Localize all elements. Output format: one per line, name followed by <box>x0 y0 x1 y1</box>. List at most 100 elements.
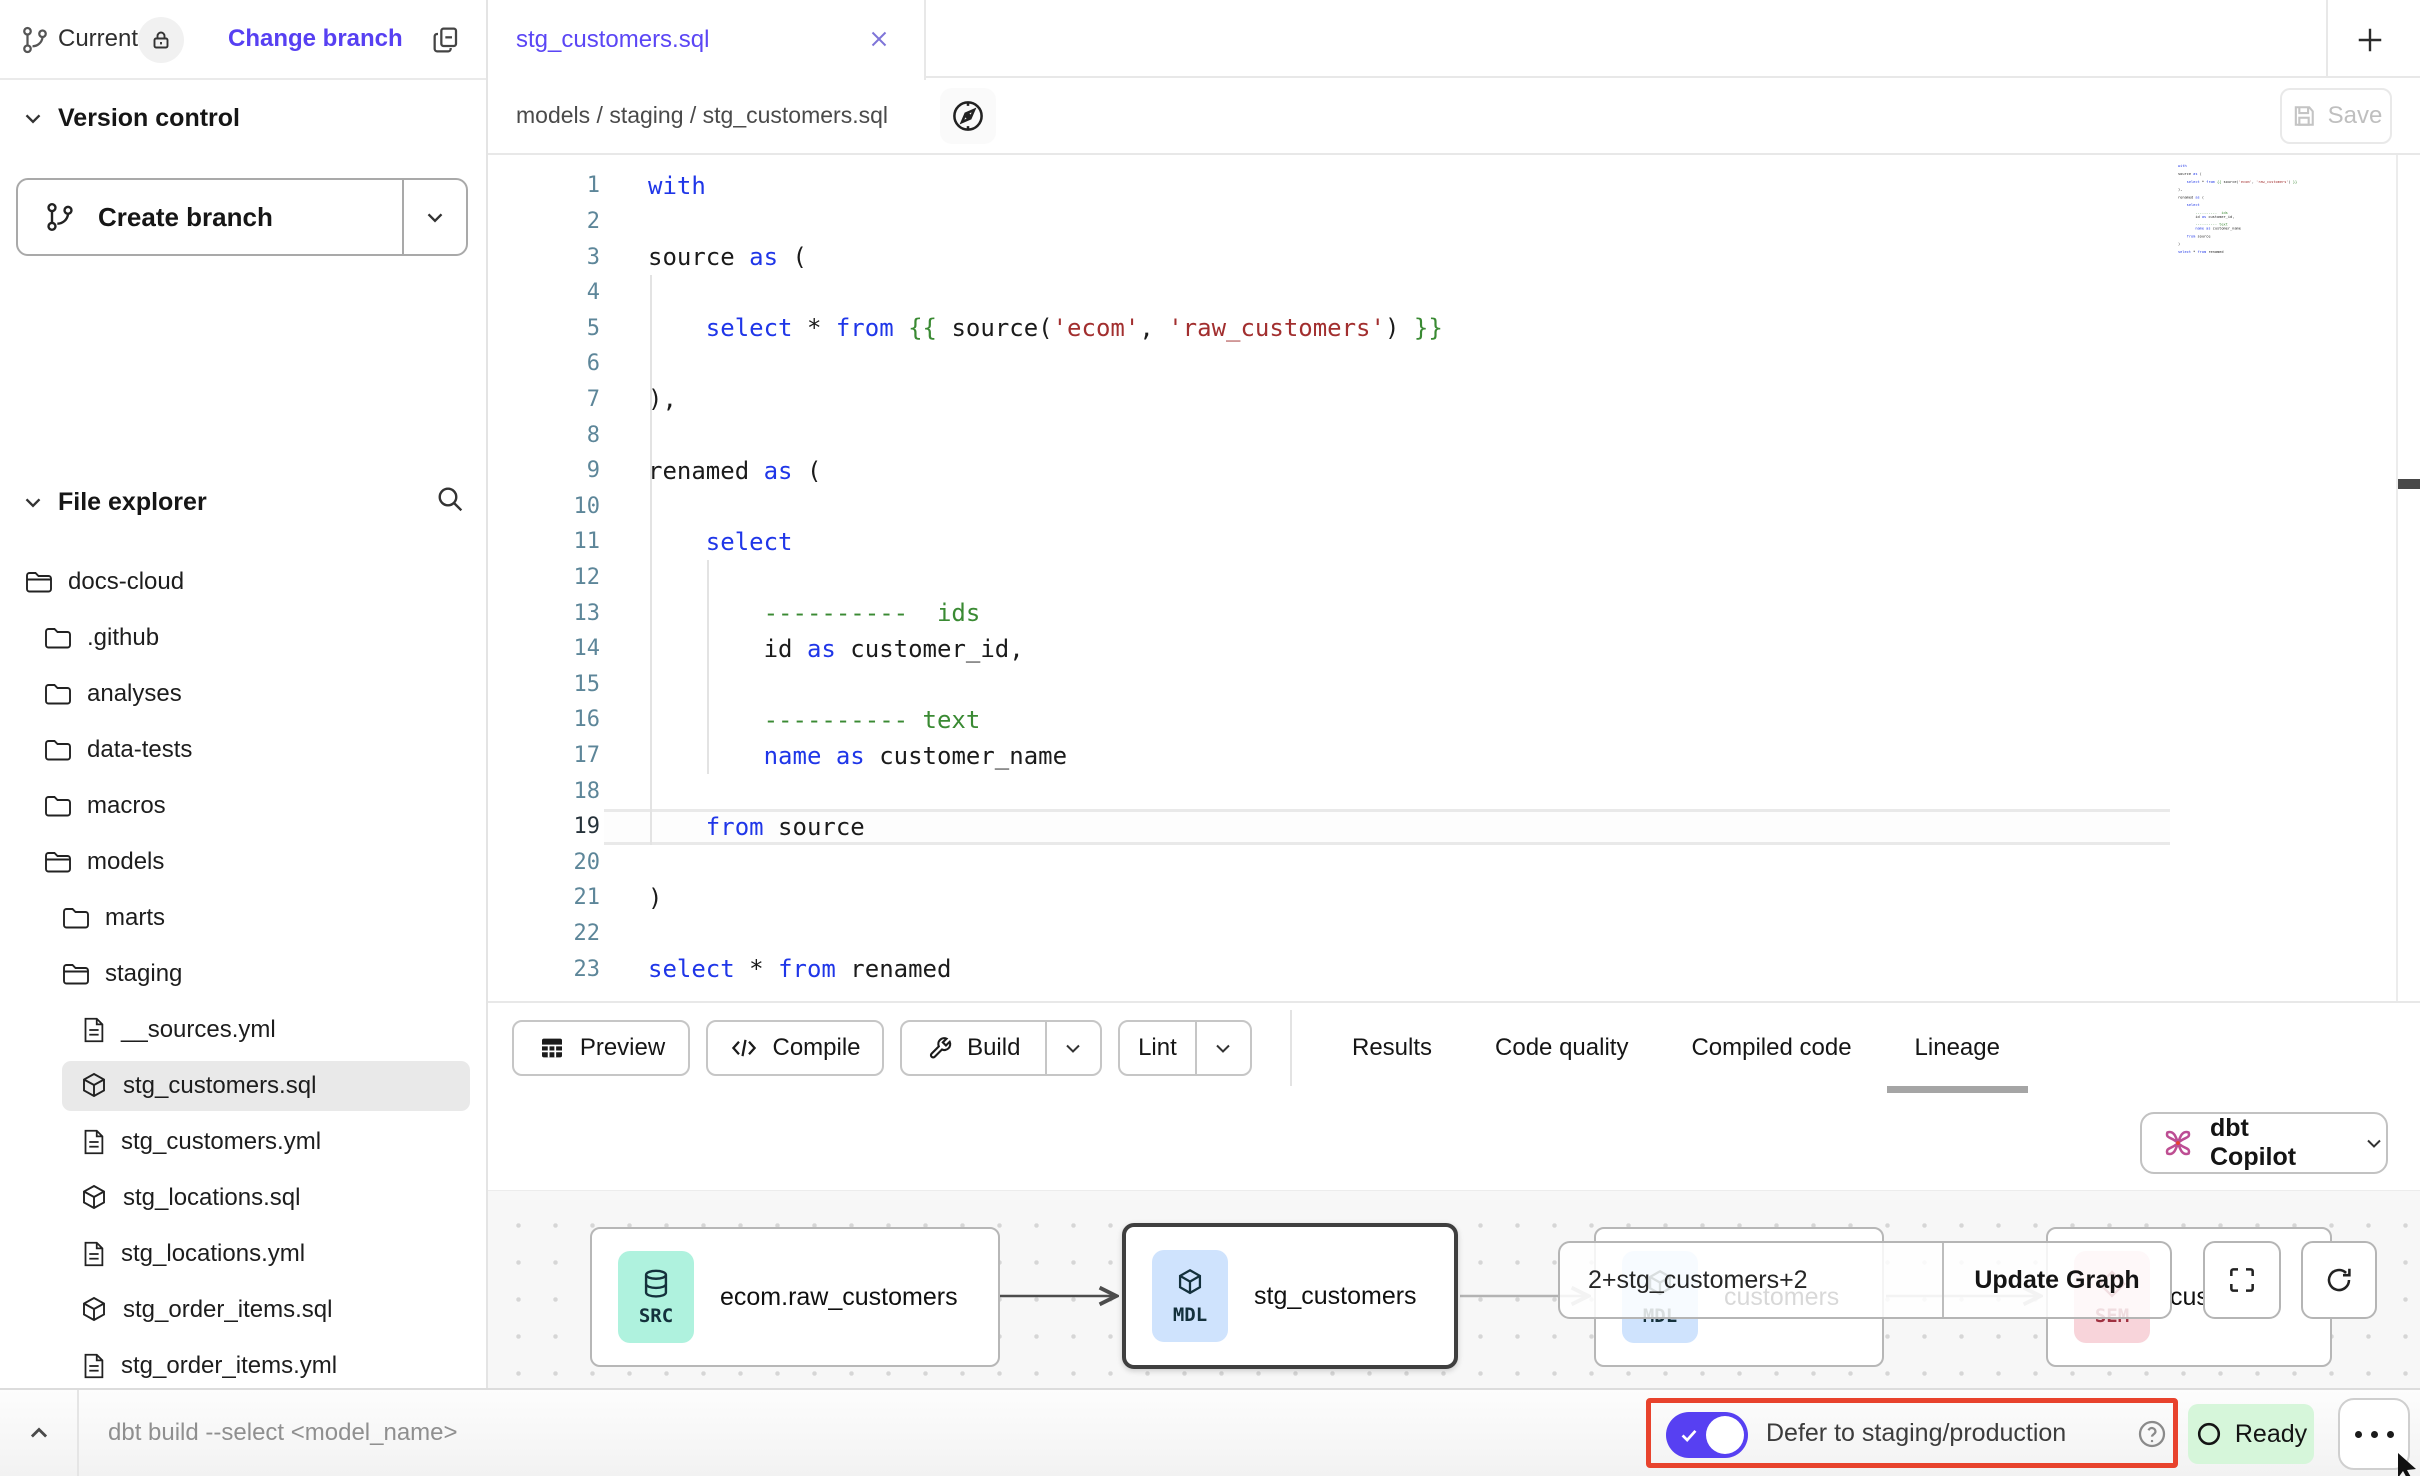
compile-button[interactable]: Compile <box>706 1020 884 1076</box>
code-line-20: 20 <box>488 845 1443 881</box>
create-branch-label: Create branch <box>98 202 273 233</box>
change-branch-link[interactable]: Change branch <box>228 0 403 78</box>
build-button[interactable]: Build <box>902 1022 1045 1074</box>
tree-item-stg-customers-sql[interactable]: stg_customers.sql <box>62 1061 470 1111</box>
status-badge[interactable]: Ready <box>2188 1404 2314 1464</box>
breadcrumb-bar: models / staging / stg_customers.sql Sav… <box>488 78 2420 155</box>
line-number: 8 <box>488 423 600 448</box>
code-lines: 1with23source as (45 select * from {{ so… <box>488 168 1443 987</box>
branch-readonly-badge <box>138 17 184 63</box>
tree-item--github[interactable]: .github <box>26 613 470 663</box>
create-branch-dropdown[interactable] <box>402 180 466 254</box>
tab-label: stg_customers.sql <box>516 26 709 54</box>
code-line-13: 13 ---------- ids <box>488 595 1443 631</box>
lint-button[interactable]: Lint <box>1120 1022 1195 1074</box>
code-icon <box>729 1033 759 1063</box>
refresh-button[interactable] <box>2301 1241 2377 1319</box>
build-dropdown[interactable] <box>1045 1022 1100 1074</box>
create-branch-button[interactable]: Create branch <box>16 178 468 256</box>
panel-toolbar: Preview Compile Build Lint <box>488 1003 2420 1093</box>
search-icon[interactable] <box>434 483 466 515</box>
tree-item-macros[interactable]: macros <box>26 781 470 831</box>
line-number: 18 <box>488 779 600 804</box>
compass-icon[interactable] <box>940 88 996 144</box>
preview-button[interactable]: Preview <box>512 1020 690 1076</box>
code-line-6: 6 <box>488 346 1443 382</box>
chevron-down-icon[interactable] <box>20 489 46 515</box>
panel-tab-lineage[interactable]: Lineage <box>1915 1003 2000 1093</box>
tree-item-staging[interactable]: staging <box>44 949 470 999</box>
database-icon <box>639 1267 673 1301</box>
new-tab-button[interactable] <box>2350 20 2390 60</box>
tree-item-data-tests[interactable]: data-tests <box>26 725 470 775</box>
dbt-copilot-icon <box>2160 1125 2196 1161</box>
current-branch-label: Current <box>58 0 138 78</box>
tabbar-divider <box>2326 0 2328 76</box>
defer-toggle[interactable] <box>1666 1412 1748 1458</box>
tree-item-stg-order-items-yml[interactable]: stg_order_items.yml <box>62 1341 470 1391</box>
panel-tab-compiled-code[interactable]: Compiled code <box>1691 1003 1851 1093</box>
build-label: Build <box>967 1034 1020 1062</box>
tab-stg-customers-sql[interactable]: stg_customers.sql <box>488 0 926 80</box>
line-number: 21 <box>488 885 600 910</box>
tree-item-label: marts <box>105 904 165 932</box>
dbt-copilot-label: dbt Copilot <box>2210 1114 2340 1172</box>
fullscreen-icon <box>2226 1264 2258 1296</box>
panel-tab-results[interactable]: Results <box>1352 1003 1432 1093</box>
lint-dropdown[interactable] <box>1195 1022 1250 1074</box>
status-bar: dbt build --select <model_name> Defer to… <box>0 1388 2420 1476</box>
update-graph-button[interactable]: Update Graph <box>1942 1243 2170 1317</box>
chevron-up-icon[interactable] <box>22 1416 56 1450</box>
lineage-node-source[interactable]: SRC ecom.raw_customers <box>590 1227 1000 1367</box>
tree-item-docs-cloud[interactable]: docs-cloud <box>7 557 470 607</box>
tree-item-label: stg_customers.yml <box>121 1128 321 1156</box>
code-line-3: 3source as ( <box>488 239 1443 275</box>
fullscreen-button[interactable] <box>2203 1241 2281 1319</box>
wrench-icon <box>926 1034 954 1062</box>
tree-item-stg-locations-yml[interactable]: stg_locations.yml <box>62 1229 470 1279</box>
copy-icon[interactable] <box>430 24 462 56</box>
version-control-header: Version control <box>0 96 486 140</box>
close-icon[interactable] <box>866 26 892 52</box>
editor-edge-divider <box>2396 155 2398 1003</box>
save-icon <box>2290 102 2318 130</box>
minimap[interactable]: with source as ( select * from {{ source… <box>2178 164 2394 264</box>
graph-selector-input[interactable]: 2+stg_customers+2 <box>1560 1243 1942 1317</box>
line-number: 15 <box>488 672 600 697</box>
compile-label: Compile <box>772 1034 860 1062</box>
tree-item-stg-customers-yml[interactable]: stg_customers.yml <box>62 1117 470 1167</box>
toggle-knob <box>1706 1416 1744 1454</box>
tree-item-stg-locations-sql[interactable]: stg_locations.sql <box>62 1173 470 1223</box>
line-number: 12 <box>488 565 600 590</box>
scrollbar-thumb[interactable] <box>2398 479 2420 489</box>
code-line-8: 8 <box>488 417 1443 453</box>
lineage-node-stg-customers[interactable]: MDL stg_customers <box>1122 1223 1458 1369</box>
lineage-graph[interactable]: SRC ecom.raw_customers MDL stg_customers… <box>488 1190 2420 1389</box>
chevron-down-icon[interactable] <box>20 105 46 131</box>
panel-tab-code-quality[interactable]: Code quality <box>1495 1003 1628 1093</box>
lint-button-group: Lint <box>1118 1020 1252 1076</box>
tree-item-marts[interactable]: marts <box>44 893 470 943</box>
defer-label: Defer to staging/production <box>1766 1390 2066 1476</box>
code-line-9: 9renamed as ( <box>488 453 1443 489</box>
code-line-23: 23select * from renamed <box>488 951 1443 987</box>
line-number: 22 <box>488 921 600 946</box>
dbt-cloud-ide: Current Change branch Version control Cr… <box>0 0 2420 1476</box>
tree-item--sources-yml[interactable]: __sources.yml <box>62 1005 470 1055</box>
save-button[interactable]: Save <box>2280 88 2392 144</box>
help-icon[interactable] <box>2136 1418 2168 1450</box>
command-input[interactable]: dbt build --select <model_name> <box>108 1390 458 1476</box>
code-editor[interactable]: 1with23source as (45 select * from {{ so… <box>488 155 2420 1003</box>
toolbar-divider <box>1290 1010 1292 1086</box>
file-explorer-title: File explorer <box>58 488 207 517</box>
tree-item-analyses[interactable]: analyses <box>26 669 470 719</box>
line-number: 7 <box>488 387 600 412</box>
dbt-copilot-button[interactable]: dbt Copilot <box>2140 1112 2388 1174</box>
tree-item-models[interactable]: models <box>26 837 470 887</box>
model-icon <box>78 1070 110 1102</box>
tree-item-label: docs-cloud <box>68 568 184 596</box>
folder-icon <box>42 790 74 822</box>
line-number: 6 <box>488 351 600 376</box>
tree-item-stg-order-items-sql[interactable]: stg_order_items.sql <box>62 1285 470 1335</box>
file-icon <box>78 1239 108 1269</box>
